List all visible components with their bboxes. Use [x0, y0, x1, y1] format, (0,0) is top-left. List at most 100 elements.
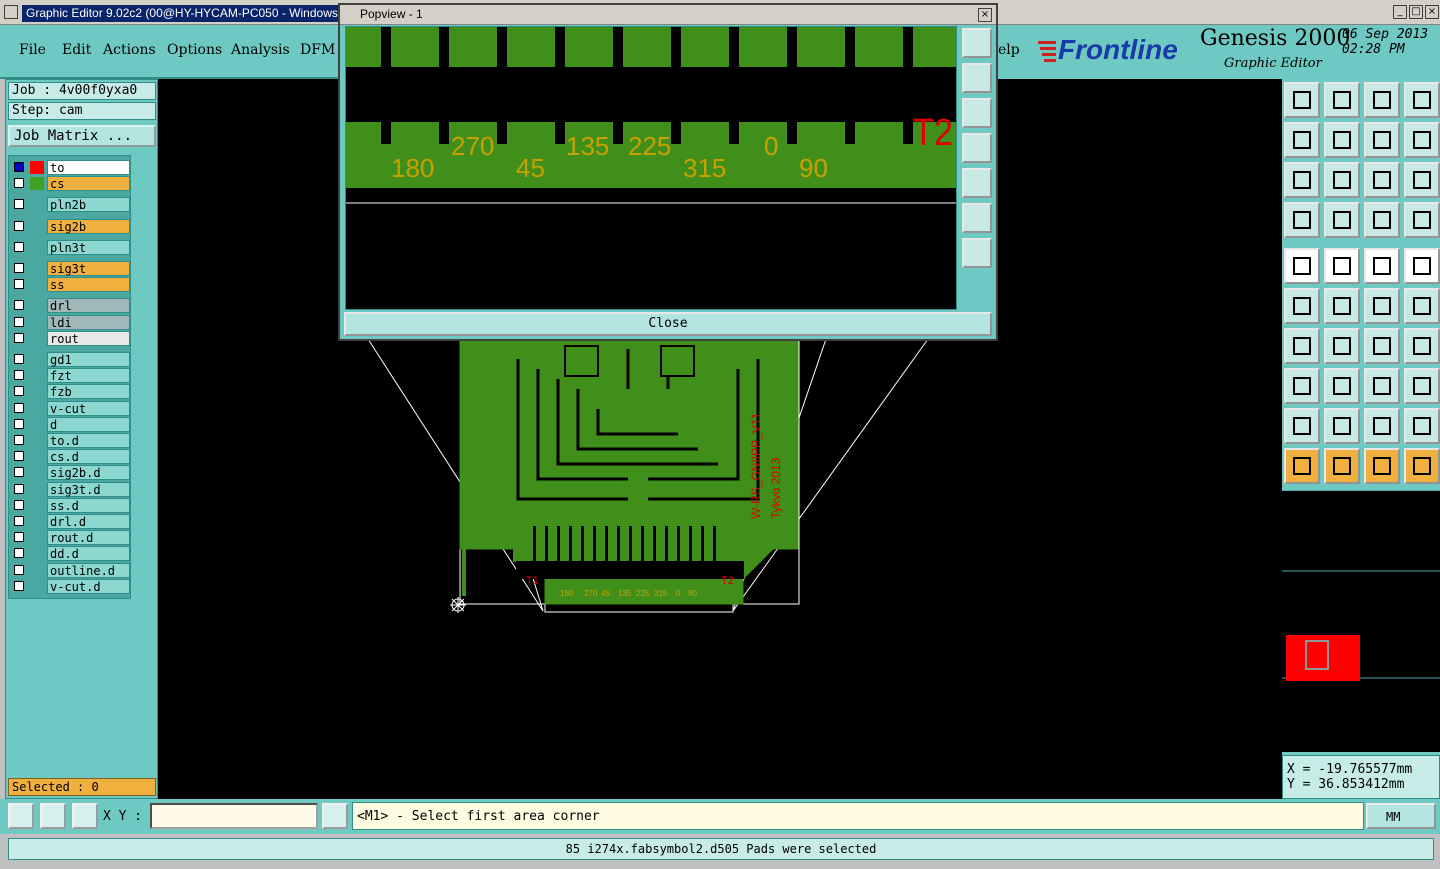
- settings-icon[interactable]: [1284, 202, 1320, 238]
- connect-icon[interactable]: [1284, 288, 1320, 324]
- layer-name[interactable]: pln3t: [47, 239, 130, 255]
- layer-name[interactable]: fzt: [47, 368, 130, 384]
- next-icon[interactable]: [1324, 122, 1360, 158]
- layer-checkbox[interactable]: [14, 300, 24, 311]
- layer-row[interactable]: dd.d: [11, 546, 130, 562]
- close-button[interactable]: ×: [1425, 5, 1439, 19]
- units-select[interactable]: MM: [1366, 803, 1436, 829]
- triangle-icon[interactable]: [1284, 408, 1320, 444]
- xy-input[interactable]: [150, 803, 318, 829]
- layer-name[interactable]: dd.d: [47, 546, 130, 562]
- layer-up-icon[interactable]: [1284, 82, 1320, 118]
- layer-name[interactable]: to.d: [47, 433, 130, 448]
- layer-row[interactable]: fzb: [11, 384, 130, 400]
- layer-name[interactable]: outline.d: [47, 562, 130, 578]
- grid-icon[interactable]: [1324, 202, 1360, 238]
- layer-name[interactable]: ss: [47, 277, 130, 293]
- layer-checkbox[interactable]: [14, 435, 24, 445]
- minus-icon[interactable]: [1324, 368, 1360, 404]
- popview-canvas[interactable]: 180 270 45 135 225 315 0 90 T2: [345, 26, 957, 310]
- layer-row[interactable]: gd1: [11, 352, 130, 367]
- layer-checkbox[interactable]: [14, 467, 24, 478]
- layer-row[interactable]: sig3t.d: [11, 481, 130, 497]
- layer-row[interactable]: ss.d: [11, 497, 130, 513]
- layer-row[interactable]: sig3t: [11, 261, 130, 276]
- menu-analysis[interactable]: Analysis: [231, 42, 290, 58]
- flip-icon[interactable]: [1404, 328, 1440, 364]
- layer-checkbox[interactable]: [14, 532, 24, 543]
- layer-checkbox[interactable]: [14, 516, 24, 526]
- menu-dfm[interactable]: DFM: [300, 42, 335, 58]
- layer-row[interactable]: sig2b.d: [11, 465, 130, 481]
- layer-row[interactable]: to.d: [11, 433, 130, 448]
- dot-icon[interactable]: [1404, 248, 1440, 284]
- layer-name[interactable]: gd1: [47, 352, 130, 367]
- layer-checkbox[interactable]: [14, 263, 24, 273]
- triangle4-icon[interactable]: [1404, 408, 1440, 444]
- layer-name[interactable]: ss.d: [47, 497, 130, 513]
- pv-zoom-icon[interactable]: [962, 28, 992, 58]
- layer-checkbox[interactable]: [14, 451, 24, 462]
- layer-checkbox[interactable]: [14, 199, 24, 210]
- snap-red-icon[interactable]: [1364, 202, 1400, 238]
- layer-row[interactable]: drl.d: [11, 514, 130, 529]
- layer-down-icon[interactable]: [1324, 82, 1360, 118]
- layer-row[interactable]: cs.d: [11, 449, 130, 465]
- menu-edit[interactable]: Edit: [62, 42, 91, 58]
- pv-down-icon[interactable]: [962, 98, 992, 128]
- cursor4-icon[interactable]: [1404, 448, 1440, 484]
- layer-name[interactable]: sig3t.d: [47, 481, 130, 497]
- ruler-icon[interactable]: [1364, 248, 1400, 284]
- minimize-button[interactable]: _: [1393, 5, 1407, 19]
- layer-row[interactable]: fzt: [11, 368, 130, 384]
- help-icon[interactable]: [1404, 162, 1440, 198]
- cross-icon[interactable]: [1324, 288, 1360, 324]
- layer-checkbox[interactable]: [14, 316, 24, 327]
- layer-checkbox[interactable]: [14, 548, 24, 559]
- layer-name[interactable]: v-cut: [47, 400, 130, 416]
- layer-checkbox[interactable]: [14, 418, 24, 429]
- snap-red2-icon[interactable]: [1404, 202, 1440, 238]
- layer-checkbox[interactable]: [14, 483, 24, 494]
- layer-row[interactable]: v-cut.d: [11, 578, 130, 594]
- cursor2-icon[interactable]: [1324, 448, 1360, 484]
- layer-checkbox[interactable]: [14, 220, 24, 231]
- layer-checkbox[interactable]: [14, 332, 24, 343]
- layer-name[interactable]: rout.d: [47, 530, 130, 546]
- add-pad-icon[interactable]: [1284, 368, 1320, 404]
- layer-checkbox[interactable]: [14, 162, 24, 172]
- layer-checkbox[interactable]: [14, 279, 24, 290]
- layer-name[interactable]: d: [47, 416, 130, 432]
- pv-right-icon[interactable]: [962, 168, 992, 198]
- layer-name[interactable]: drl: [47, 298, 130, 314]
- line-node2-icon[interactable]: [1404, 288, 1440, 324]
- maximize-button[interactable]: □: [1409, 5, 1423, 19]
- cursor-icon[interactable]: [1284, 448, 1320, 484]
- layer-name[interactable]: drl.d: [47, 514, 130, 529]
- layer-name[interactable]: to: [47, 160, 130, 175]
- measure-icon[interactable]: [1364, 368, 1400, 404]
- layer-row[interactable]: drl: [11, 298, 130, 314]
- layer-name[interactable]: rout: [47, 330, 130, 346]
- layer-name[interactable]: sig3t: [47, 261, 130, 276]
- arc-icon[interactable]: [1364, 328, 1400, 364]
- layer-row[interactable]: d: [11, 416, 130, 432]
- job-matrix-button[interactable]: Job Matrix ...: [8, 125, 156, 147]
- layer-checkbox[interactable]: [14, 178, 24, 189]
- layer-row[interactable]: pln2b: [11, 197, 130, 213]
- layer-row[interactable]: ldi: [11, 314, 130, 330]
- layer-row[interactable]: rout: [11, 330, 130, 346]
- line-red-icon[interactable]: [1324, 248, 1360, 284]
- snap-icon[interactable]: [8, 803, 34, 829]
- layer-name[interactable]: sig2b.d: [47, 465, 130, 481]
- layer-checkbox[interactable]: [14, 386, 24, 397]
- layer-checkbox[interactable]: [14, 402, 24, 413]
- popview-close-icon[interactable]: ×: [978, 8, 992, 22]
- center-icon[interactable]: [1324, 162, 1360, 198]
- layer-name[interactable]: ldi: [47, 314, 130, 330]
- layer-row[interactable]: rout.d: [11, 530, 130, 546]
- slash-icon[interactable]: [1324, 328, 1360, 364]
- line-node-icon[interactable]: [1364, 288, 1400, 324]
- redo-icon[interactable]: [1404, 122, 1440, 158]
- layer-row[interactable]: sig2b: [11, 218, 130, 234]
